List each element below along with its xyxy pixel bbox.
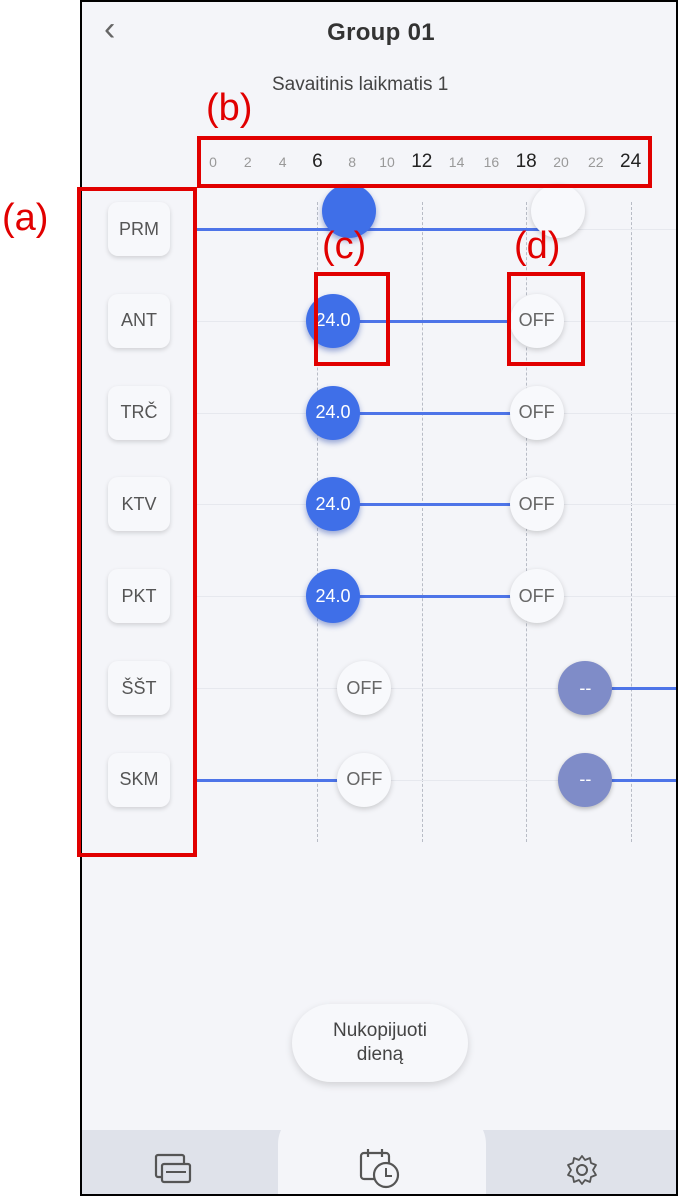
annotation-label-c: (c)	[322, 225, 367, 267]
page-title: Group 01	[327, 19, 435, 46]
devices-icon[interactable]	[154, 1152, 192, 1186]
off-node[interactable]: OFF	[337, 752, 392, 807]
schedule-segment	[333, 411, 537, 415]
grid-vline	[421, 202, 423, 842]
annotation-box-c	[314, 272, 390, 366]
schedule-segment	[194, 228, 558, 231]
annotation-label-a: (a)	[2, 197, 49, 239]
annotation-box-d	[507, 272, 585, 366]
page-subtitle: Savaitinis laikmatis 1	[272, 74, 449, 95]
annotation-box-a	[77, 187, 197, 857]
unset-node[interactable]: --	[558, 752, 613, 807]
schedule-segment	[333, 503, 537, 507]
schedule-segment	[333, 595, 537, 599]
setpoint-node[interactable]: 24.0	[306, 385, 361, 440]
annotation-label-d: (d)	[514, 225, 561, 267]
off-node[interactable]: OFF	[337, 661, 392, 715]
timer-calendar-icon[interactable]	[358, 1148, 402, 1190]
copy-day-button[interactable]: Nukopijuoti dieną	[292, 1004, 468, 1082]
grid-vline	[630, 202, 632, 842]
annotation-box-b	[197, 136, 652, 188]
off-node[interactable]: OFF	[509, 569, 564, 624]
setpoint-node[interactable]: 24.0	[306, 569, 361, 624]
setpoint-node[interactable]: 24.0	[306, 477, 361, 532]
unset-node[interactable]: --	[558, 661, 613, 715]
gear-icon[interactable]	[566, 1154, 598, 1186]
annotation-label-b: (b)	[206, 87, 253, 129]
off-node[interactable]: OFF	[509, 477, 564, 532]
off-node[interactable]: OFF	[509, 385, 564, 440]
